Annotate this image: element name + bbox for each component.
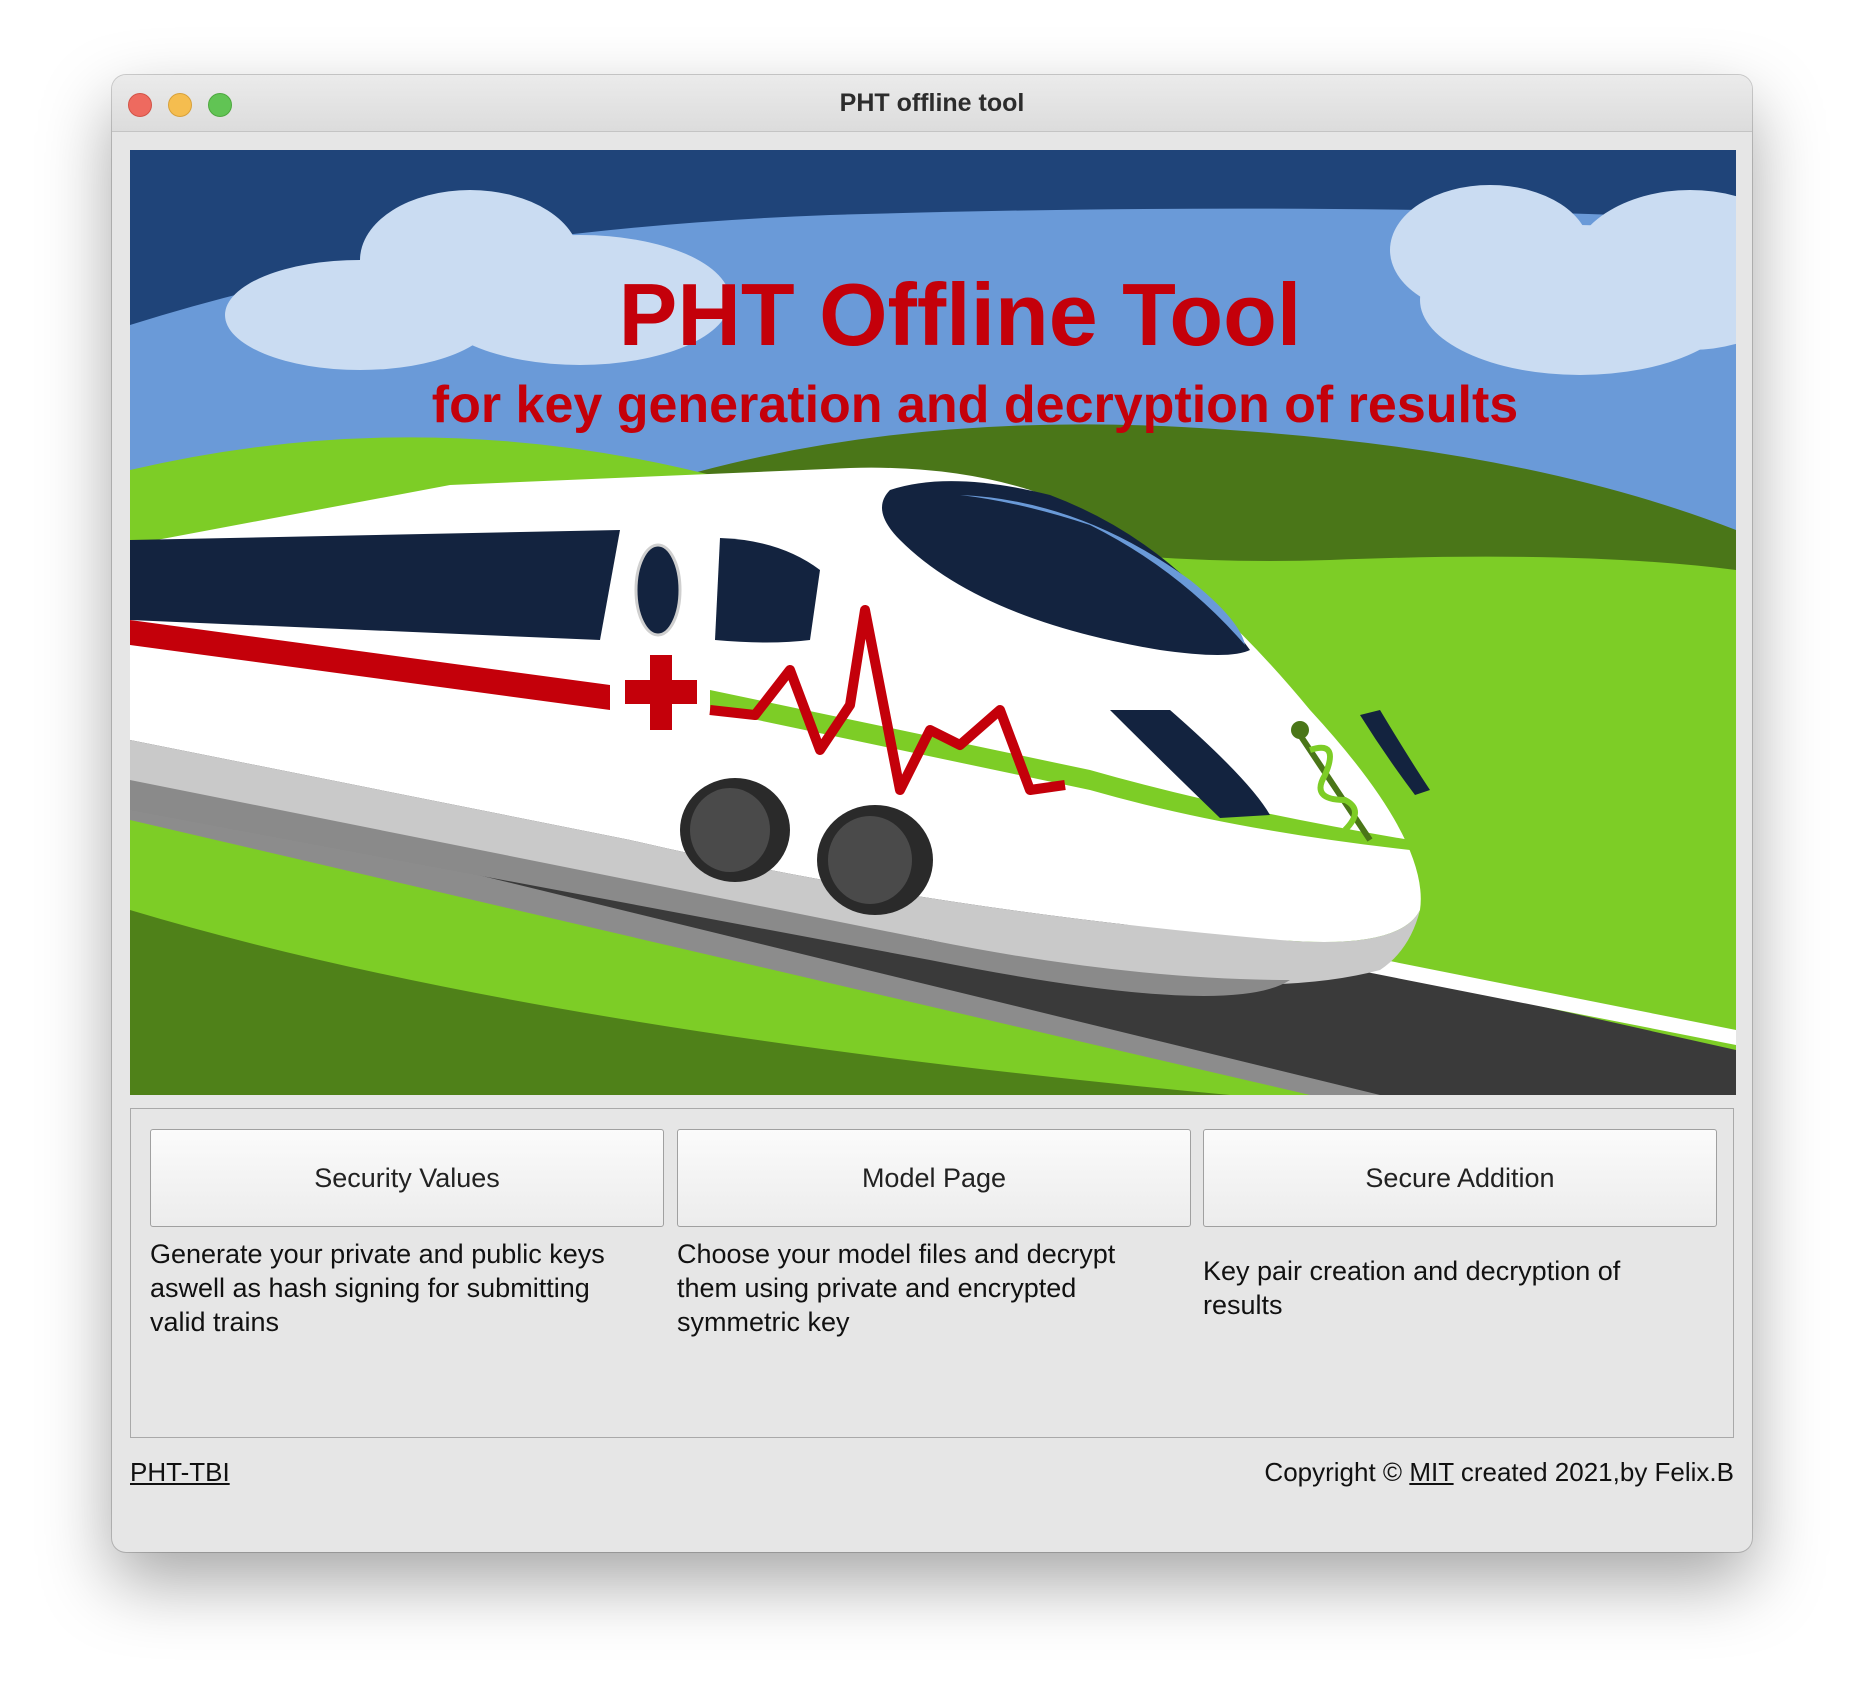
- description-line: Generate your private and public keys: [150, 1239, 605, 1269]
- pht-tbi-link[interactable]: PHT-TBI: [130, 1457, 230, 1488]
- model-page-description: Choose your model files and decrypt them…: [677, 1237, 1191, 1339]
- copyright-notice: Copyright © MIT created 2021,by Felix.B: [1264, 1457, 1734, 1488]
- security-values-description: Generate your private and public keys as…: [150, 1237, 664, 1339]
- copyright-suffix: created 2021,by Felix.B: [1460, 1457, 1734, 1487]
- secure-addition-button[interactable]: Secure Addition: [1203, 1129, 1717, 1227]
- window-title: PHT offline tool: [839, 89, 1025, 117]
- model-page-button[interactable]: Model Page: [677, 1129, 1191, 1227]
- description-line: valid trains: [150, 1307, 280, 1337]
- description-line: them using private and encrypted: [677, 1273, 1077, 1303]
- actions-panel: Security Values Model Page Secure Additi…: [130, 1108, 1734, 1438]
- mit-license-link[interactable]: MIT: [1409, 1457, 1453, 1487]
- description-line: Key pair creation and decryption of: [1203, 1256, 1621, 1286]
- app-window: PHT offline tool PHT Offline Tool for ke…: [112, 75, 1752, 1552]
- description-line: Choose your model files and decrypt: [677, 1239, 1116, 1269]
- description-line: aswell as hash signing for submitting: [150, 1273, 590, 1303]
- banner-subtitle: for key generation and decryption of res…: [432, 376, 1518, 434]
- banner-title: PHT Offline Tool: [619, 265, 1302, 364]
- description-line: results: [1203, 1290, 1283, 1320]
- secure-addition-description: Key pair creation and decryption of resu…: [1203, 1254, 1717, 1322]
- copyright-prefix: Copyright ©: [1264, 1457, 1403, 1487]
- security-values-button[interactable]: Security Values: [150, 1129, 664, 1227]
- description-line: symmetric key: [677, 1307, 850, 1337]
- title-bar: PHT offline tool: [112, 75, 1752, 132]
- hero-banner-image: PHT Offline Tool for key generation and …: [130, 150, 1736, 1095]
